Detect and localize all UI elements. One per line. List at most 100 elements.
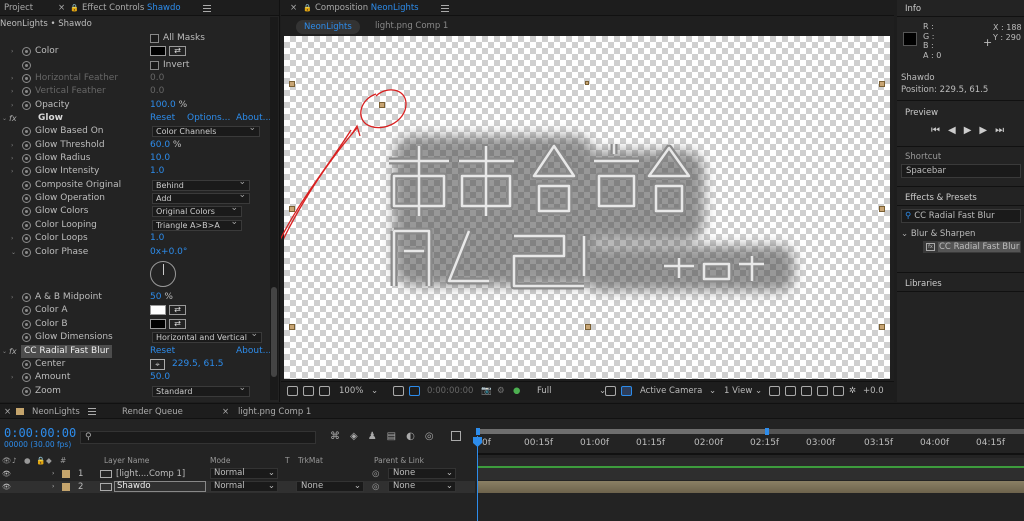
panel-menu-icon[interactable]	[437, 4, 449, 14]
layer-name[interactable]: [light....Comp 1]	[116, 468, 185, 480]
stopwatch-icon[interactable]	[22, 154, 31, 163]
first-frame-icon[interactable]: ⏮	[931, 125, 948, 136]
stopwatch-icon[interactable]	[22, 248, 31, 257]
stopwatch-icon[interactable]	[22, 320, 31, 329]
close-icon[interactable]: ×	[290, 3, 297, 13]
stopwatch-icon[interactable]	[22, 207, 31, 216]
draft-3d-icon[interactable]	[785, 386, 796, 396]
invert-checkbox[interactable]	[150, 61, 159, 70]
close-icon[interactable]: ×	[58, 3, 65, 13]
next-frame-icon[interactable]: ▶	[979, 125, 995, 136]
composite-original-dropdown[interactable]: Behind	[152, 178, 250, 191]
eye-icon[interactable]: 👁	[2, 455, 12, 467]
color-a-swatch[interactable]	[150, 305, 166, 315]
tab-project[interactable]: Project	[4, 3, 33, 13]
color-phase-dial[interactable]	[150, 261, 176, 287]
pickwhip-icon[interactable]: ◎	[372, 481, 379, 493]
camera-dropdown[interactable]: Active Camera	[640, 386, 702, 396]
radial-blur-about-link[interactable]: About...	[236, 345, 271, 358]
stopwatch-icon[interactable]	[22, 87, 31, 96]
tab-timeline-neonlights[interactable]: NeonLights	[32, 407, 80, 417]
glow-based-on-dropdown[interactable]: Color Channels	[152, 124, 260, 137]
twirl-icon[interactable]: ›	[52, 468, 54, 480]
safe-zones-icon[interactable]	[319, 386, 330, 396]
effects-search-input[interactable]: ⚲ CC Radial Fast Blur	[901, 209, 1021, 223]
tab-light-comp[interactable]: light.png Comp 1	[238, 407, 311, 417]
color-phase-value[interactable]: 0x+0.0°	[150, 246, 187, 259]
draft-3d-icon[interactable]: ◈	[350, 431, 368, 442]
amount-value[interactable]: 50.0	[150, 371, 170, 384]
shortcut-dropdown[interactable]: Spacebar	[901, 164, 1021, 178]
sub-tab-neonlights[interactable]: NeonLights	[296, 20, 360, 34]
eyedropper-icon[interactable]: ⇄	[169, 305, 186, 315]
parent-dropdown[interactable]: None ⌄	[388, 481, 456, 492]
pickwhip-icon[interactable]: ◎	[372, 468, 379, 480]
stopwatch-icon[interactable]	[22, 61, 31, 70]
panel-menu-icon[interactable]	[199, 4, 211, 14]
sub-tab-light-comp[interactable]: light.png Comp 1	[375, 21, 448, 31]
chevron-down-icon[interactable]: ⌄	[709, 386, 716, 396]
close-icon[interactable]: ×	[4, 407, 11, 417]
radial-blur-effect-header[interactable]: ⌄ fx CC Radial Fast Blur Reset About...	[0, 345, 271, 358]
tab-effect-controls[interactable]: Effect Controls Shawdo	[82, 3, 181, 13]
playhead[interactable]	[477, 436, 478, 521]
twirl-icon[interactable]: ›	[52, 481, 54, 493]
color-channels-icon[interactable]: ●	[513, 386, 520, 396]
crosshair-icon[interactable]: ⌖	[150, 359, 165, 370]
channel-icon[interactable]: ⚙	[497, 386, 505, 396]
timeline-search-input[interactable]: ⚲	[80, 431, 316, 444]
eyedropper-icon[interactable]: ⇄	[169, 319, 186, 329]
timeline-icon[interactable]	[817, 386, 828, 396]
panel-menu-icon[interactable]	[84, 407, 96, 417]
stopwatch-icon[interactable]	[22, 373, 31, 382]
lock-icon[interactable]: 🔒	[303, 4, 312, 12]
eye-icon[interactable]: 👁	[2, 481, 11, 493]
glow-options-link[interactable]: Options...	[187, 112, 230, 125]
stopwatch-icon[interactable]	[22, 387, 31, 396]
stopwatch-icon[interactable]	[22, 194, 31, 203]
close-icon[interactable]: ×	[222, 407, 229, 417]
effect-item-radial-blur[interactable]: fx CC Radial Fast Blur	[923, 241, 1021, 253]
stopwatch-icon[interactable]	[22, 293, 31, 302]
opacity-value[interactable]: 100.0	[150, 100, 176, 110]
prev-frame-icon[interactable]: ◀	[948, 125, 964, 136]
tab-composition[interactable]: Composition NeonLights	[315, 3, 419, 13]
comp-flowchart-icon[interactable]: ⌘	[330, 431, 350, 442]
glow-colors-dropdown[interactable]: Original Colors	[152, 204, 242, 217]
time-ruler[interactable]: 0f 00:15f 01:00f 01:15f 02:00f 02:15f 03…	[478, 436, 1024, 452]
mode-dropdown[interactable]: Normal ⌄	[210, 468, 278, 479]
work-area-bar[interactable]	[476, 428, 1024, 435]
stopwatch-icon[interactable]	[22, 127, 31, 136]
ab-midpoint-value[interactable]: 50	[150, 292, 161, 302]
stopwatch-icon[interactable]	[22, 181, 31, 190]
color-looping-dropdown[interactable]: Triangle A>B>A	[152, 218, 242, 231]
fast-preview-icon[interactable]	[801, 386, 812, 396]
camera-icon[interactable]: 📷	[481, 386, 492, 396]
glow-intensity-value[interactable]: 1.0	[150, 165, 164, 178]
graph-editor-toggle-icon[interactable]	[451, 431, 461, 441]
label-color[interactable]	[62, 483, 70, 491]
stopwatch-icon[interactable]	[22, 141, 31, 150]
effect-controls-scrollbar[interactable]	[270, 17, 278, 400]
preview-quality-icon[interactable]	[303, 386, 314, 396]
zoom-dropdown[interactable]: 100%	[339, 386, 363, 396]
color-swatch[interactable]	[150, 46, 166, 56]
stopwatch-icon[interactable]	[22, 221, 31, 230]
stopwatch-icon[interactable]	[22, 74, 31, 83]
eyedropper-icon[interactable]: ⇄	[169, 46, 186, 56]
center-value[interactable]: 229.5, 61.5	[172, 358, 224, 371]
composition-viewer[interactable]	[284, 36, 890, 379]
play-icon[interactable]: ▶	[964, 125, 980, 136]
exposure-icon[interactable]: ✲	[849, 386, 856, 396]
stopwatch-icon[interactable]	[22, 234, 31, 243]
audio-icon[interactable]: ♪	[12, 455, 17, 467]
parent-dropdown[interactable]: None ⌄	[388, 468, 456, 479]
eye-icon[interactable]: 👁	[2, 468, 11, 480]
chevron-down-icon[interactable]: ⌄	[371, 386, 378, 396]
mask-visibility-icon[interactable]	[409, 386, 420, 396]
category-blur-sharpen[interactable]: ⌄ Blur & Sharpen	[901, 229, 975, 239]
exposure-value[interactable]: +0.0	[863, 386, 884, 396]
mode-dropdown[interactable]: Normal ⌄	[210, 481, 278, 492]
layer-1-track[interactable]	[478, 468, 1024, 480]
timecode-display[interactable]: 0:00:00:00	[427, 386, 473, 396]
